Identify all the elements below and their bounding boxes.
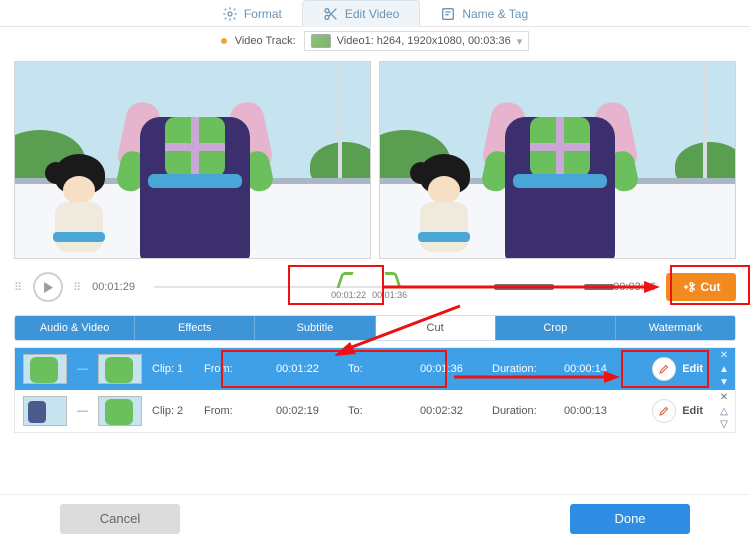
move-down-icon[interactable]: ▼ (719, 377, 729, 388)
subtab-subtitle[interactable]: Subtitle (255, 316, 375, 340)
edit-label: Edit (682, 405, 703, 417)
footer: Cancel Done (0, 494, 750, 542)
subtab-label: Watermark (649, 322, 702, 334)
to-label: To: (348, 363, 410, 375)
edit-label: Edit (682, 363, 703, 375)
done-label: Done (614, 511, 645, 526)
video-track-select[interactable]: Video1: h264, 1920x1080, 00:03:36 ▾ (304, 31, 530, 51)
subtab-label: Crop (543, 322, 567, 334)
to-label: To: (348, 405, 410, 417)
edit-button[interactable]: Edit (652, 399, 703, 423)
subtab-effects[interactable]: Effects (135, 316, 255, 340)
clip-thumb (23, 354, 67, 384)
video-track-value: Video1: h264, 1920x1080, 00:03:36 (337, 35, 511, 47)
done-button[interactable]: Done (570, 504, 690, 534)
pencil-icon (658, 363, 670, 375)
cut-button-label: Cut (701, 280, 721, 294)
scissors-icon (323, 6, 339, 22)
move-up-icon[interactable]: △ (720, 406, 728, 417)
pencil-icon (658, 405, 670, 417)
cut-button[interactable]: Cut (666, 273, 736, 301)
subtab-audio-video[interactable]: Audio & Video (15, 316, 135, 340)
clip-thumb (98, 354, 142, 384)
subtab-label: Cut (427, 322, 444, 334)
clip-index: Clip: 1 (152, 363, 194, 375)
tab-edit-video[interactable]: Edit Video (302, 0, 421, 27)
edit-sub-tabs: Audio & Video Effects Subtitle Cut Crop … (14, 315, 736, 341)
subtab-label: Subtitle (297, 322, 334, 334)
subtab-watermark[interactable]: Watermark (616, 316, 735, 340)
close-icon[interactable]: ✕ (720, 392, 728, 403)
tab-format[interactable]: Format (202, 0, 302, 27)
clip-thumb (98, 396, 142, 426)
tab-format-label: Format (244, 7, 282, 21)
to-value: 00:02:32 (420, 405, 482, 417)
gear-icon (222, 6, 238, 22)
from-value: 00:01:22 (276, 363, 338, 375)
move-up-icon[interactable]: ▲ (719, 364, 729, 375)
move-down-icon[interactable]: ▽ (720, 419, 728, 430)
cut-to-time: 00:01:36 (372, 290, 407, 300)
tab-name-tag[interactable]: Name & Tag (420, 0, 548, 27)
top-tabs: Format Edit Video Name & Tag (0, 0, 750, 27)
timeline[interactable]: 00:01:22 00:01:36 (154, 270, 594, 304)
track-thumb-icon (311, 34, 331, 48)
clip-list: — Clip: 1 From: 00:01:22 To: 00:01:36 Du… (14, 347, 736, 433)
clip-segment[interactable] (584, 284, 614, 290)
cut-handle-right-icon[interactable] (385, 272, 402, 288)
preview-pane: Preview (379, 61, 736, 259)
cut-range[interactable]: 00:01:22 00:01:36 (339, 272, 399, 300)
subtab-label: Audio & Video (40, 322, 110, 334)
to-value: 00:01:36 (420, 363, 482, 375)
current-time: 00:01:29 (92, 281, 144, 293)
link-icon: — (77, 405, 88, 417)
from-value: 00:02:19 (276, 405, 338, 417)
duration-value: 00:00:13 (564, 405, 626, 417)
subtab-cut[interactable]: Cut (376, 316, 496, 340)
cut-handle-left-icon[interactable] (337, 272, 354, 288)
duration-value: 00:00:14 (564, 363, 626, 375)
edit-button[interactable]: Edit (652, 357, 703, 381)
subtab-crop[interactable]: Crop (496, 316, 616, 340)
from-label: From: (204, 363, 266, 375)
subtab-label: Effects (178, 322, 211, 334)
scissors-plus-icon (682, 280, 696, 294)
cancel-label: Cancel (100, 511, 140, 526)
duration-label: Duration: (492, 405, 554, 417)
cancel-button[interactable]: Cancel (60, 504, 180, 534)
grip-icon[interactable]: ⠿ (73, 281, 82, 294)
tab-edit-label: Edit Video (345, 7, 400, 21)
clip-segment[interactable] (494, 284, 554, 290)
clip-row[interactable]: — Clip: 1 From: 00:01:22 To: 00:01:36 Du… (15, 348, 735, 390)
preview-row: ▸ Original Preview (0, 55, 750, 265)
play-button[interactable] (33, 272, 63, 302)
grip-icon[interactable]: ⠿ (14, 281, 23, 294)
link-icon: — (77, 363, 88, 375)
tag-icon (440, 6, 456, 22)
close-icon[interactable]: ✕ (720, 350, 728, 361)
video-track-bar: Video Track: Video1: h264, 1920x1080, 00… (0, 27, 750, 55)
video-track-label: Video Track: (235, 35, 296, 47)
cut-from-time: 00:01:22 (331, 290, 366, 300)
clip-index: Clip: 2 (152, 405, 194, 417)
play-icon (43, 282, 54, 293)
chevron-down-icon: ▾ (517, 35, 523, 48)
duration-label: Duration: (492, 363, 554, 375)
clip-row[interactable]: — Clip: 2 From: 00:02:19 To: 00:02:32 Du… (15, 390, 735, 432)
original-pane: ▸ Original (14, 61, 371, 259)
clip-thumb (23, 396, 67, 426)
timeline-row: ⠿ ⠿ 00:01:29 00:01:22 00:01:36 00:03:36 … (0, 265, 750, 309)
track-dot-icon (221, 38, 227, 44)
from-label: From: (204, 405, 266, 417)
tab-name-label: Name & Tag (462, 7, 528, 21)
